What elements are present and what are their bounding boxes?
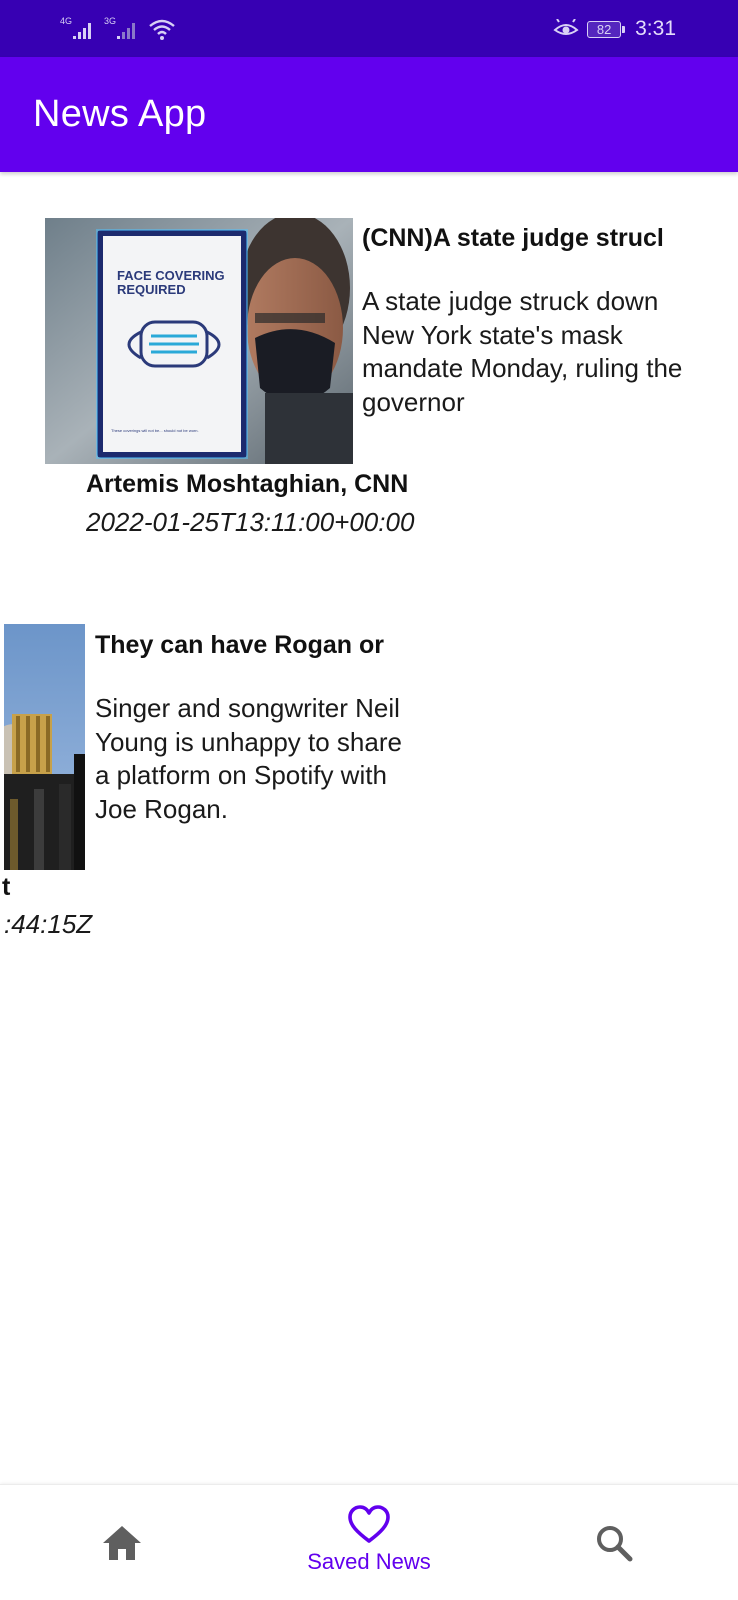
home-icon[interactable] xyxy=(101,1524,143,1562)
sign-text-2: REQUIRED xyxy=(117,282,186,297)
article-image: FACE COVERING REQUIRED These coverings w… xyxy=(45,218,353,464)
status-bar: 4G 3G 82 3:31 xyxy=(0,0,738,57)
bottom-navigation: Saved News xyxy=(0,1484,738,1600)
battery-icon: 82 xyxy=(587,20,626,38)
concert-stage-image xyxy=(4,624,85,870)
article-description: Singer and songwriter Neil Young is unha… xyxy=(95,693,402,824)
heart-icon[interactable] xyxy=(347,1505,391,1545)
eye-comfort-icon xyxy=(553,19,579,35)
article-card[interactable]: FACE COVERING REQUIRED These coverings w… xyxy=(0,200,738,560)
article-image xyxy=(4,624,85,870)
article-author: t xyxy=(2,873,11,901)
network-type-1: 4G xyxy=(60,16,73,26)
article-description: A state judge struck down New York state… xyxy=(362,286,683,417)
sign-text-1: FACE COVERING xyxy=(117,268,225,283)
nav-search[interactable] xyxy=(574,1485,654,1600)
app-title: News App xyxy=(33,93,207,135)
article-published: :44:15Z xyxy=(4,909,93,939)
wifi-icon xyxy=(149,19,175,40)
article-title: They can have Rogan or xyxy=(95,631,384,659)
nav-saved-news-label[interactable]: Saved News xyxy=(307,1549,431,1575)
article-published: 2022-01-25T13:11:00+00:00 xyxy=(86,507,415,537)
search-icon[interactable] xyxy=(594,1523,634,1563)
article-title: (CNN)A state judge strucl xyxy=(362,224,664,252)
signal-icon xyxy=(73,23,92,39)
clock: 3:31 xyxy=(635,17,676,40)
status-left: 4G 3G xyxy=(60,14,176,44)
nav-home[interactable] xyxy=(82,1485,162,1600)
network-type-2: 3G xyxy=(104,16,117,26)
article-author: Artemis Moshtaghian, CNN xyxy=(86,470,409,498)
nav-saved-news[interactable]: Saved News xyxy=(280,1485,458,1600)
article-card[interactable]: They can have Rogan or Singer and songwr… xyxy=(0,605,738,955)
status-right: 82 3:31 xyxy=(553,14,676,44)
battery-level: 82 xyxy=(596,21,612,37)
app-bar: News App xyxy=(0,57,738,172)
sign-footer-text: These coverings will not be... should no… xyxy=(111,428,199,433)
signal-icon xyxy=(117,23,136,39)
face-covering-sign-image: FACE COVERING REQUIRED These coverings w… xyxy=(45,218,353,464)
